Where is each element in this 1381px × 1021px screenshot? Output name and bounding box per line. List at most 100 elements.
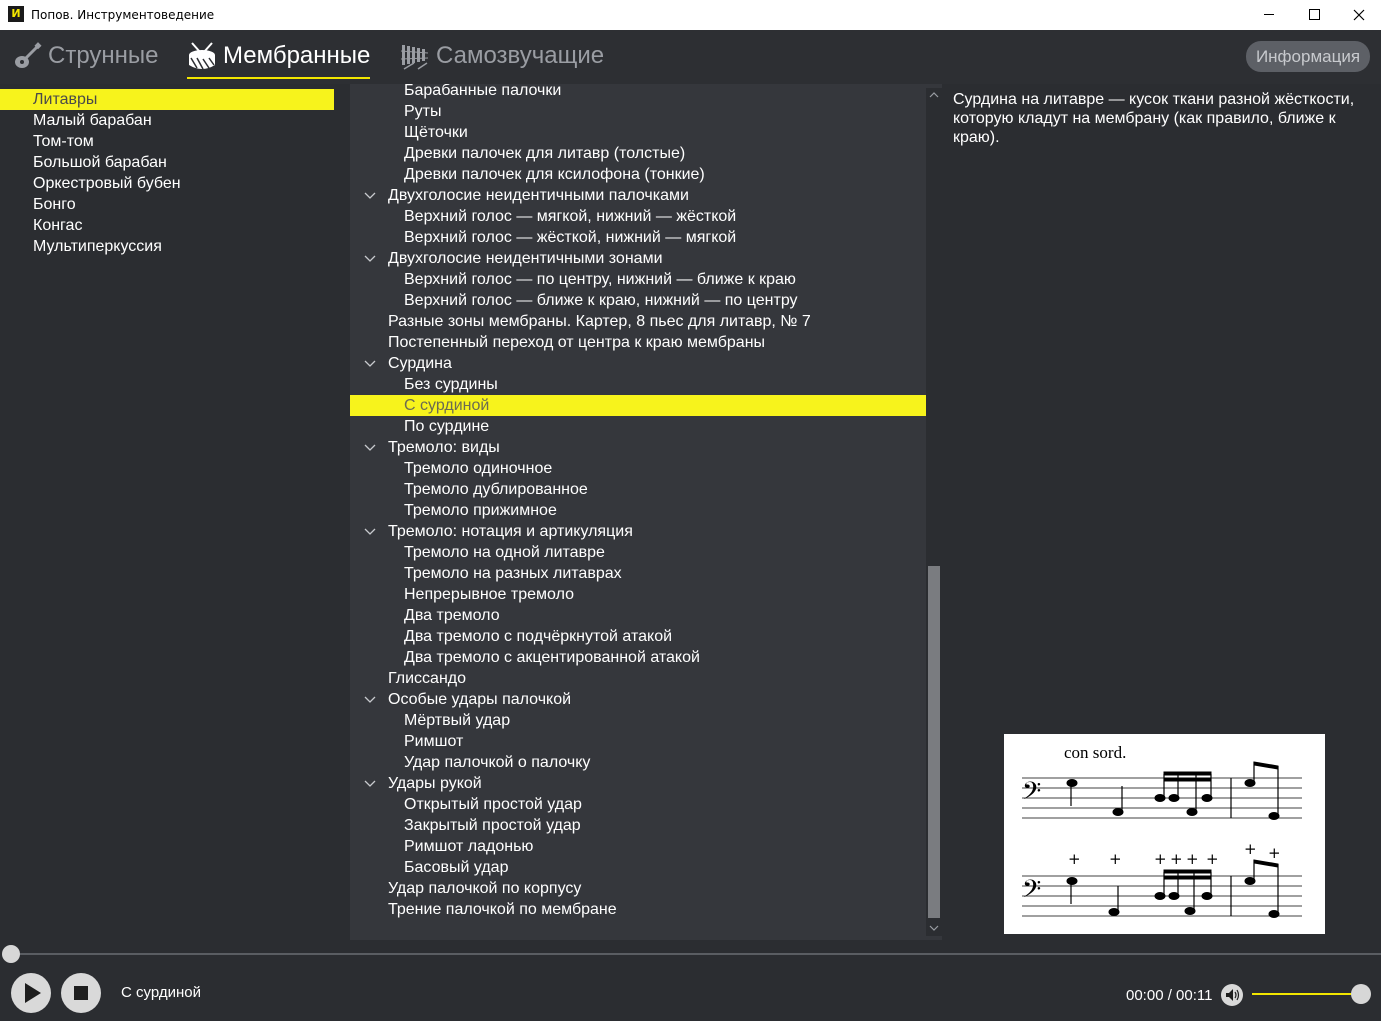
now-playing-title: С сурдиной <box>121 984 201 1001</box>
play-button[interactable] <box>11 973 51 1013</box>
instrument-item[interactable]: Малый барабан <box>0 110 334 131</box>
tree-leaf-item[interactable]: Непрерывное тремоло <box>350 584 926 605</box>
tree-leaf-item[interactable]: Верхний голос — ближе к краю, нижний — п… <box>350 290 926 311</box>
tree-item-label: Верхний голос — по центру, нижний — ближ… <box>404 271 796 288</box>
volume-handle[interactable] <box>1351 984 1371 1004</box>
tree-leaf-item[interactable]: Басовый удар <box>350 857 926 878</box>
tree-item-label: Верхний голос — ближе к краю, нижний — п… <box>404 292 798 309</box>
tree-item-label: Два тремоло с подчёркнутой атакой <box>404 628 673 645</box>
tree-item-label: Тремоло на разных литаврах <box>404 565 622 582</box>
tree-group-item[interactable]: Особые удары палочкой <box>350 689 926 710</box>
tree-leaf-item[interactable]: Барабанные палочки <box>350 84 926 101</box>
tree-group-item[interactable]: Двухголосие неидентичными зонами <box>350 248 926 269</box>
tree-leaf-item[interactable]: Руты <box>350 101 926 122</box>
instrument-item[interactable]: Конгас <box>0 215 334 236</box>
instrument-item[interactable]: Мультиперкуссия <box>0 236 334 257</box>
instrument-item[interactable]: Оркестровый бубен <box>0 173 334 194</box>
tree-group-item[interactable]: Удар палочкой по корпусу <box>350 878 926 899</box>
tree-leaf-item[interactable]: Верхний голос — жёсткой, нижний — мягкой <box>350 227 926 248</box>
seek-bar[interactable] <box>10 953 1381 955</box>
tree-item-label: Римшот ладонью <box>404 838 534 855</box>
scroll-up-icon[interactable] <box>929 91 939 99</box>
tree-item-label: Басовый удар <box>404 859 509 876</box>
tree-item-label: Мёртвый удар <box>404 712 511 729</box>
tree-leaf-item[interactable]: Два тремоло с подчёркнутой атакой <box>350 626 926 647</box>
chevron-down-icon[interactable] <box>364 253 376 263</box>
tab-self-sounding[interactable]: Самозвучащие <box>400 36 604 76</box>
tree-group-item[interactable]: Разные зоны мембраны. Картер, 8 пьес для… <box>350 311 926 332</box>
tree-group-item[interactable]: Глиссандо <box>350 668 926 689</box>
tree-item-label: Римшот <box>404 733 464 750</box>
chevron-down-icon[interactable] <box>364 694 376 704</box>
tree-group-item[interactable]: Удары рукой <box>350 773 926 794</box>
tree-leaf-item[interactable]: Открытый простой удар <box>350 794 926 815</box>
close-button[interactable] <box>1336 0 1381 30</box>
tree-leaf-item[interactable]: Древки палочек для ксилофона (тонкие) <box>350 164 926 185</box>
volume-slider[interactable] <box>1252 993 1362 995</box>
chevron-down-icon[interactable] <box>364 778 376 788</box>
tree-item-label: Два тремоло <box>404 607 500 624</box>
svg-text:𝄢: 𝄢 <box>1022 875 1041 910</box>
tree-leaf-item[interactable]: Тремоло дублированное <box>350 479 926 500</box>
tree-item-label: Трение палочкой по мембране <box>388 901 617 918</box>
stopped-mark: + <box>1186 850 1199 868</box>
tree-leaf-item[interactable]: С сурдиной <box>350 395 926 416</box>
tab-membranes[interactable]: Мембранные <box>187 36 371 79</box>
tree-item-label: Тремоло прижимное <box>404 502 557 519</box>
stopped-mark: + <box>1154 850 1167 868</box>
tree-leaf-item[interactable]: Два тремоло <box>350 605 926 626</box>
scroll-down-icon[interactable] <box>929 924 939 932</box>
tree-group-item[interactable]: Тремоло: нотация и артикуляция <box>350 521 926 542</box>
minimize-button[interactable] <box>1246 0 1292 30</box>
tab-membranes-label: Мембранные <box>223 42 371 69</box>
seek-handle[interactable] <box>2 945 20 963</box>
tree-group-item[interactable]: Сурдина <box>350 353 926 374</box>
tree-leaf-item[interactable]: Тремоло одиночное <box>350 458 926 479</box>
tree-leaf-item[interactable]: Удар палочкой о палочку <box>350 752 926 773</box>
tree-leaf-item[interactable]: Римшот ладонью <box>350 836 926 857</box>
maximize-button[interactable] <box>1291 0 1337 30</box>
instrument-item[interactable]: Большой барабан <box>0 152 334 173</box>
technique-tree: Барабанные палочки Руты Щёточки Древки пало… <box>350 84 942 940</box>
tree-leaf-item[interactable]: Мёртвый удар <box>350 710 926 731</box>
tree-leaf-item[interactable]: Верхний голос — мягкой, нижний — жёсткой <box>350 206 926 227</box>
tree-leaf-item[interactable]: По сурдине <box>350 416 926 437</box>
tree-leaf-item[interactable]: Древки палочек для литавр (толстые) <box>350 143 926 164</box>
window-title: Попов. Инструментоведение <box>31 8 215 22</box>
info-button[interactable]: Информация <box>1246 41 1370 72</box>
tree-item-label: Тремоло дублированное <box>404 481 588 498</box>
stop-button[interactable] <box>61 973 101 1013</box>
tree-item-label: Непрерывное тремоло <box>404 586 574 603</box>
tree-leaf-item[interactable]: Закрытый простой удар <box>350 815 926 836</box>
tree-leaf-item[interactable]: Без сурдины <box>350 374 926 395</box>
tree-group-item[interactable]: Тремоло: виды <box>350 437 926 458</box>
tree-item-label: По сурдине <box>404 418 490 435</box>
tree-leaf-item[interactable]: Тремоло на одной литавре <box>350 542 926 563</box>
notation-image: con sord. 𝄢 𝄢 + + + + + + + + <box>1004 734 1325 934</box>
tree-item-label: Разные зоны мембраны. Картер, 8 пьес для… <box>388 313 811 330</box>
scrollbar-thumb[interactable] <box>928 566 940 918</box>
tab-strings[interactable]: Струнные <box>12 36 159 76</box>
tree-leaf-item[interactable]: Римшот <box>350 731 926 752</box>
tree-leaf-item[interactable]: Тремоло прижимное <box>350 500 926 521</box>
instrument-item[interactable]: Бонго <box>0 194 334 215</box>
tree-group-item[interactable]: Постепенный переход от центра к краю мем… <box>350 332 926 353</box>
chevron-down-icon[interactable] <box>364 526 376 536</box>
tree-leaf-item[interactable]: Верхний голос — по центру, нижний — ближ… <box>350 269 926 290</box>
tree-group-item[interactable]: Трение палочкой по мембране <box>350 899 926 920</box>
volume-button[interactable] <box>1221 984 1243 1006</box>
instrument-item[interactable]: Литавры <box>0 89 334 110</box>
tree-item-label: Удар палочкой по корпусу <box>388 880 582 897</box>
tree-scrollbar[interactable] <box>926 88 942 936</box>
chevron-down-icon[interactable] <box>364 442 376 452</box>
tree-leaf-item[interactable]: Два тремоло с акцентированной атакой <box>350 647 926 668</box>
tree-group-item[interactable]: Двухголосие неидентичными палочками <box>350 185 926 206</box>
chevron-down-icon[interactable] <box>364 190 376 200</box>
chevron-down-icon[interactable] <box>364 358 376 368</box>
tree-item-label: Верхний голос — мягкой, нижний — жёсткой <box>404 208 737 225</box>
tree-leaf-item[interactable]: Щёточки <box>350 122 926 143</box>
tree-item-label: Удары рукой <box>388 775 482 792</box>
instrument-item[interactable]: Том-том <box>0 131 334 152</box>
tree-item-label: Щёточки <box>404 124 468 141</box>
tree-leaf-item[interactable]: Тремоло на разных литаврах <box>350 563 926 584</box>
